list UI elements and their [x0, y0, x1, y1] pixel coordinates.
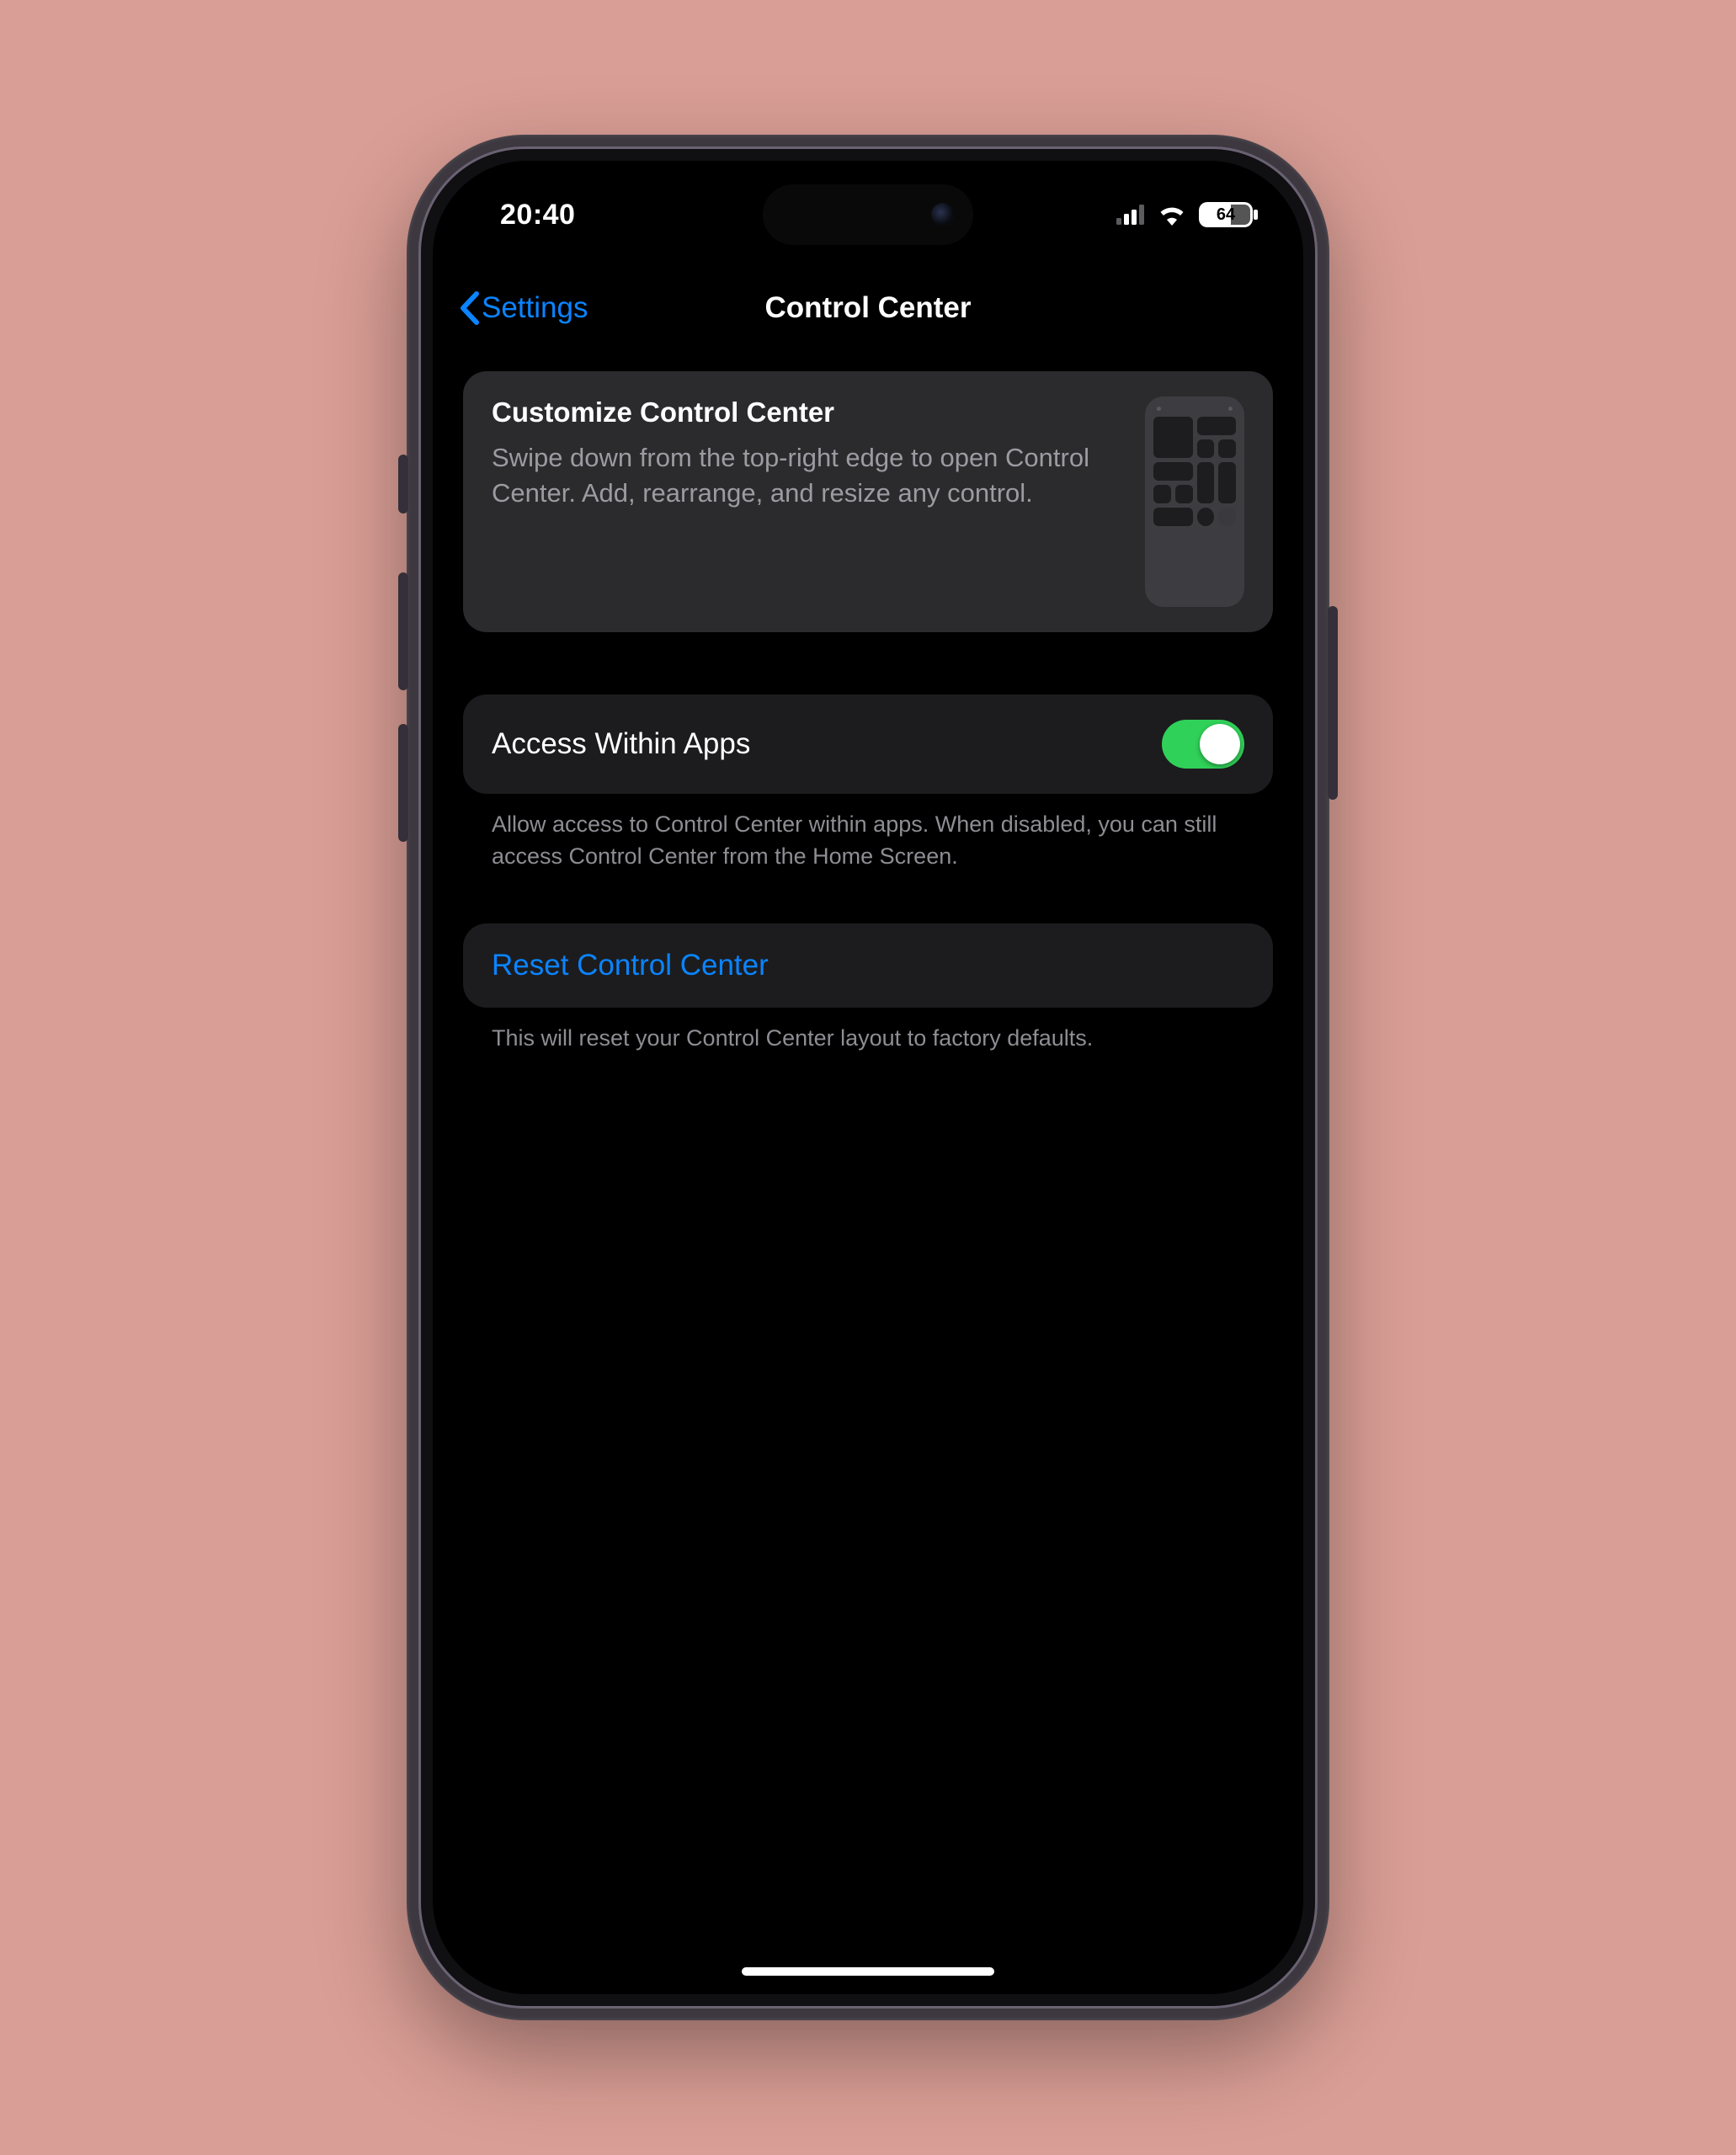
navigation-bar: Settings Control Center	[433, 270, 1303, 346]
volume-down-button	[398, 724, 408, 842]
screen: 20:40 64	[433, 161, 1303, 1994]
control-center-preview-icon	[1145, 396, 1244, 607]
access-within-apps-label: Access Within Apps	[492, 727, 750, 761]
customize-title: Customize Control Center	[492, 396, 1121, 428]
battery-indicator: 64	[1199, 202, 1253, 227]
cellular-signal-icon	[1116, 205, 1145, 225]
phone-frame: 20:40 64	[407, 135, 1329, 2020]
mute-switch	[398, 455, 408, 513]
back-button[interactable]: Settings	[458, 291, 588, 325]
wifi-icon	[1157, 204, 1187, 226]
reset-button[interactable]: Reset Control Center	[492, 949, 1244, 982]
chevron-left-icon	[458, 291, 480, 325]
reset-row[interactable]: Reset Control Center	[463, 923, 1273, 1008]
reset-footer: This will reset your Control Center layo…	[463, 1008, 1273, 1055]
customize-desc: Swipe down from the top-right edge to op…	[492, 440, 1121, 511]
status-time: 20:40	[500, 199, 575, 231]
power-button	[1328, 606, 1338, 800]
page-title: Control Center	[765, 291, 972, 325]
volume-up-button	[398, 572, 408, 690]
status-bar: 20:40 64	[433, 184, 1303, 245]
back-label: Settings	[482, 291, 588, 325]
access-within-apps-row: Access Within Apps	[463, 694, 1273, 794]
home-indicator[interactable]	[742, 1967, 994, 1976]
access-within-apps-toggle[interactable]	[1162, 720, 1244, 769]
content-scroll[interactable]: Customize Control Center Swipe down from…	[433, 371, 1303, 1994]
battery-level: 64	[1217, 205, 1235, 225]
customize-card[interactable]: Customize Control Center Swipe down from…	[463, 371, 1273, 632]
access-footer: Allow access to Control Center within ap…	[463, 794, 1273, 873]
